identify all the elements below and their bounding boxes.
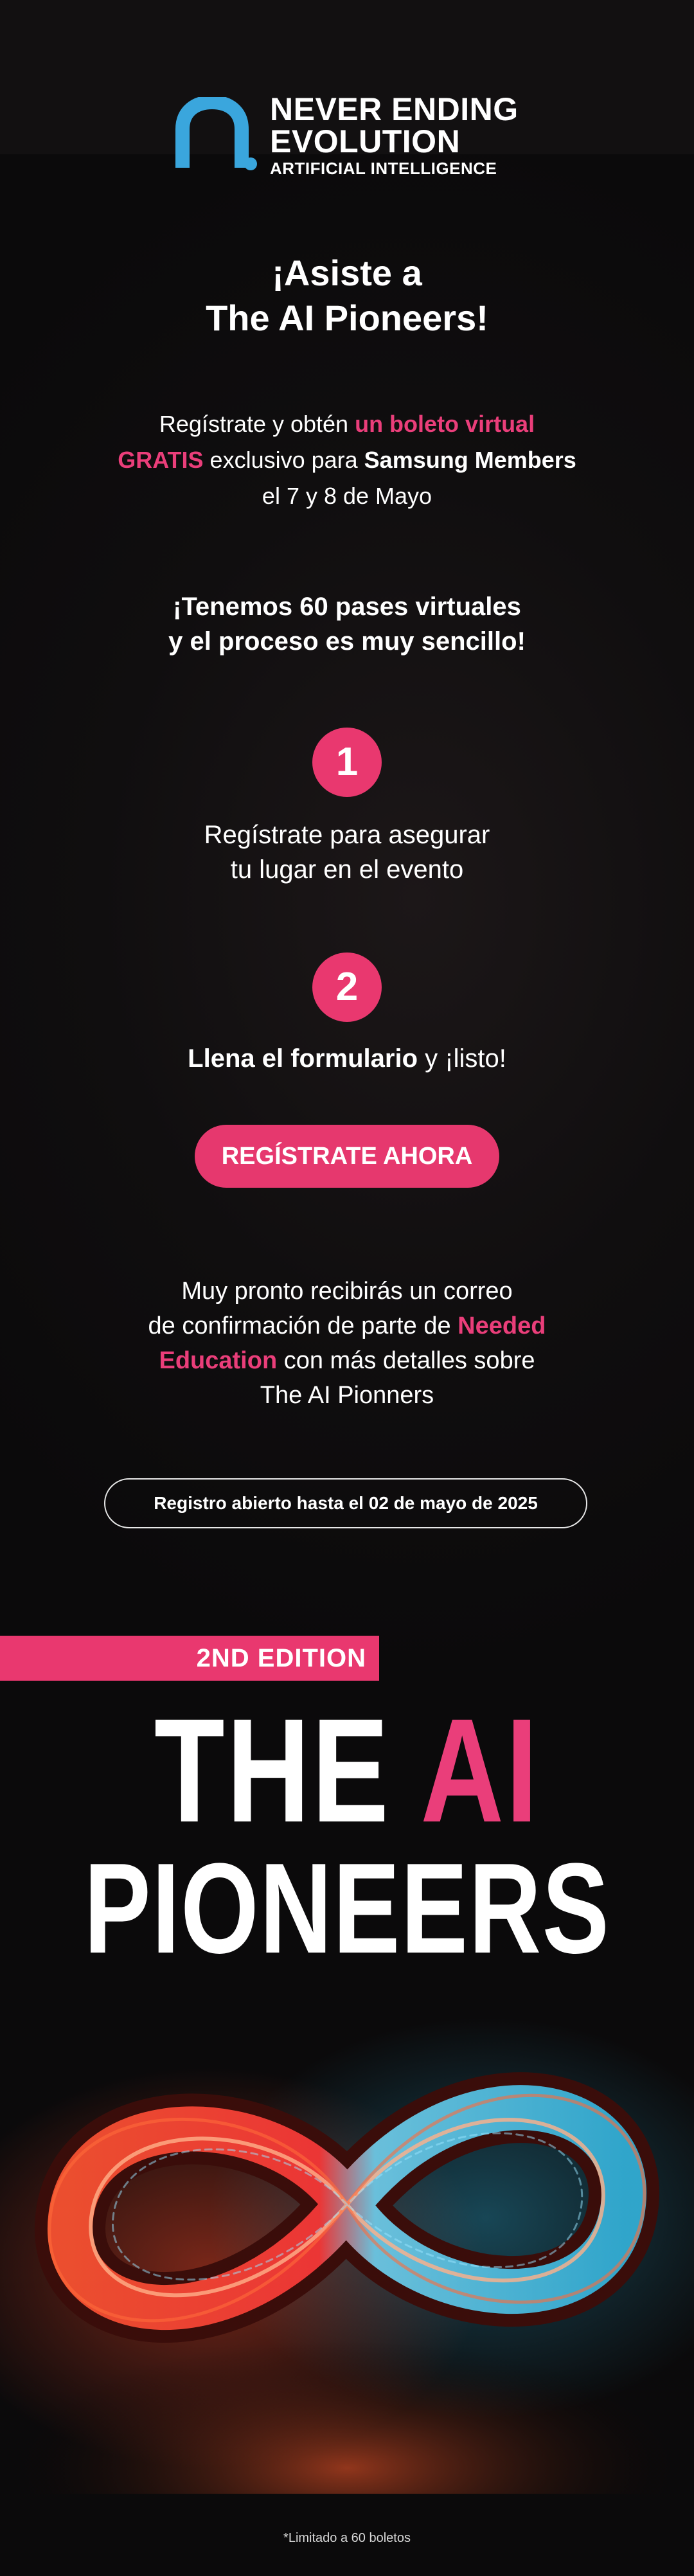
passes-line-2: y el proceso es muy sencillo! (168, 627, 526, 656)
step-1-text: Regístrate para asegurar tu lugar en el … (0, 818, 694, 887)
intro-text: exclusivo para (203, 447, 364, 473)
needed-education-highlight: Needed (458, 1312, 546, 1339)
edition-label: 2ND EDITION (196, 1644, 366, 1672)
intro-text: Regístrate y obtén (159, 411, 355, 437)
logo-line-3: ARTIFICIAL INTELLIGENCE (270, 159, 497, 178)
step-2-badge: 2 (312, 953, 382, 1022)
passes-line-1: ¡Tenemos 60 pases virtuales (173, 593, 521, 621)
confirmation-line-4: The AI Pionners (260, 1382, 434, 1409)
event-title-line-2: PIONEERS (84, 1837, 610, 1980)
confirmation-text: de confirmación de parte de (148, 1312, 458, 1339)
logo-line-1: NEVER ENDING (270, 91, 519, 127)
hero-title-line-2: The AI Pioneers! (206, 298, 488, 338)
step-1-line-2: tu lugar en el evento (230, 855, 464, 884)
step-2-bold: Llena el formulario (188, 1044, 418, 1073)
step-1-badge: 1 (312, 728, 382, 797)
event-title-ai: AI (420, 1688, 540, 1853)
confirmation-line-1: Muy pronto recibirás un correo (181, 1278, 513, 1305)
intro-line-3: el 7 y 8 de Mayo (262, 483, 432, 509)
intro-highlight-free: GRATIS (118, 447, 204, 473)
email-page: NEVER ENDING EVOLUTION ARTIFICIAL INTELL… (0, 0, 694, 2576)
logo-n-icon (175, 97, 257, 170)
intro-highlight-ticket: un boleto virtual (355, 411, 535, 437)
step-2-text: Llena el formulario y ¡listo! (0, 1041, 694, 1076)
registration-deadline-badge: Registro abierto hasta el 02 de mayo de … (104, 1478, 587, 1528)
confirmation-text: con más detalles sobre (277, 1347, 535, 1374)
register-now-button[interactable]: REGÍSTRATE AHORA (195, 1125, 499, 1188)
hero-title-line-1: ¡Asiste a (272, 253, 422, 293)
confirmation-line-3: Education con más detalles sobre (0, 1343, 694, 1378)
confirmation-line-2: de confirmación de parte de Needed (0, 1309, 694, 1343)
needed-education-highlight: Education (159, 1347, 278, 1374)
step-1-line-1: Regístrate para asegurar (204, 821, 490, 849)
event-title-line-1: THE AI (76, 1697, 618, 1845)
event-title-the: THE (154, 1688, 421, 1853)
brand-logo: NEVER ENDING EVOLUTION ARTIFICIAL INTELL… (175, 93, 522, 183)
intro-line-1: Regístrate y obtén un boleto virtual (0, 406, 694, 442)
passes-heading: ¡Tenemos 60 pases virtuales y el proceso… (0, 589, 694, 659)
hero-title: ¡Asiste a The AI Pioneers! (0, 251, 694, 341)
infinity-graphic (0, 1992, 694, 2494)
intro-line-2: GRATIS exclusivo para Samsung Members (0, 442, 694, 478)
logo-line-2: EVOLUTION (270, 123, 461, 159)
footnote: *Limitado a 60 boletos (283, 2531, 411, 2545)
step-2-rest: y ¡listo! (418, 1044, 506, 1073)
intro-samsung-members: Samsung Members (364, 447, 576, 473)
intro-paragraph: Regístrate y obtén un boleto virtual GRA… (0, 406, 694, 514)
confirmation-paragraph: Muy pronto recibirás un correo de confir… (0, 1274, 694, 1413)
logo-text: NEVER ENDING EVOLUTION ARTIFICIAL INTELL… (270, 93, 519, 177)
